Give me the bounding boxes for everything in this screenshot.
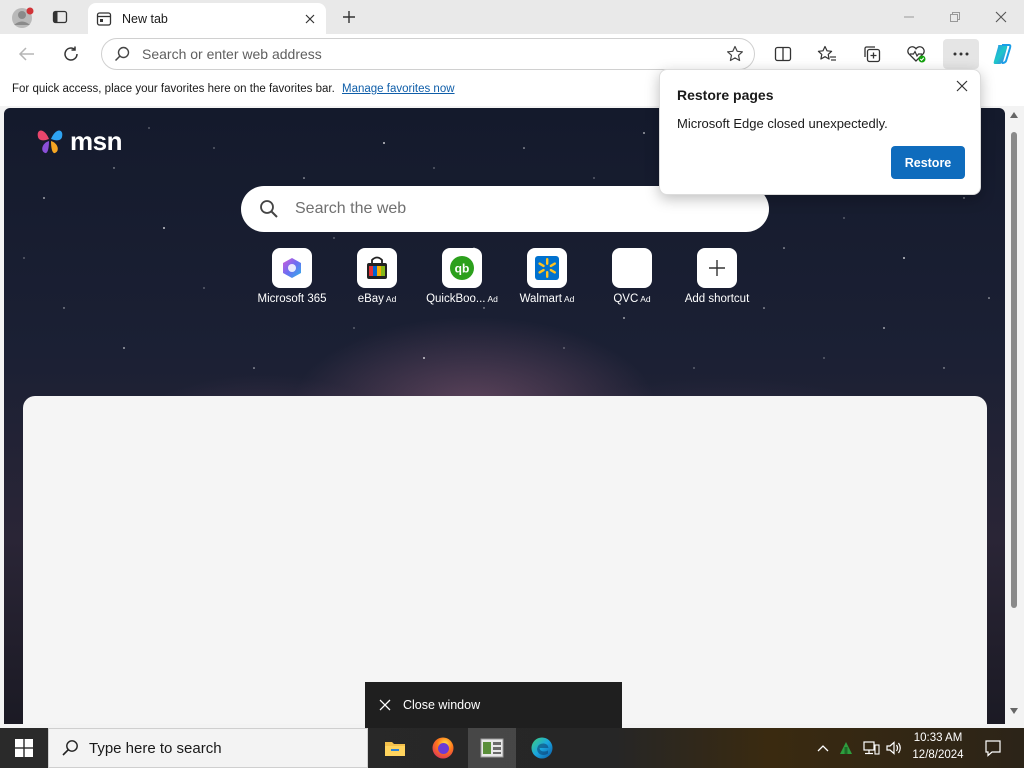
favorites-star-list-icon[interactable] [811,39,843,69]
shortcut-label: QuickBoo... [426,293,486,305]
shortcut-label: eBay [357,293,384,305]
edge-icon[interactable] [518,728,566,768]
close-icon [379,699,391,711]
ebay-bag-icon [357,248,397,288]
page-scrollbar[interactable] [1006,108,1022,724]
browser-essentials-heart-icon[interactable] [900,39,932,69]
restore-popup-message: Microsoft Edge closed unexpectedly. [677,116,888,131]
clock-time: 10:33 AM [913,732,963,744]
tab-title: New tab [122,11,168,26]
taskbar-search-box[interactable] [48,728,368,768]
tab-close-icon[interactable] [302,11,318,27]
volume-icon[interactable] [884,728,904,768]
shortcut-label: QVC [613,293,639,305]
back-arrow-icon[interactable] [12,39,42,69]
refresh-icon[interactable] [56,39,86,69]
network-icon[interactable] [860,728,882,768]
restore-button[interactable]: Restore [891,146,965,179]
file-explorer-icon[interactable] [371,728,419,768]
taskbar-search-input[interactable] [89,739,367,757]
search-icon [61,739,79,757]
microsoft-365-icon [272,248,312,288]
notifications-icon[interactable] [978,728,1008,768]
new-tab-plus-icon[interactable] [338,6,360,28]
favorites-bar-hint: For quick access, place your favorites h… [12,83,335,95]
scrollbar-thumb[interactable] [1011,132,1017,608]
close-window-icon[interactable] [983,6,1019,28]
add-favorite-star-icon[interactable] [726,45,744,63]
web-search-input[interactable] [295,200,751,218]
new-tab-page-icon [96,11,112,27]
scroll-down-arrow-icon[interactable] [1010,708,1018,714]
settings-and-more-icon[interactable] [943,39,979,69]
split-screen-icon[interactable] [767,39,799,69]
new-tab-page: msn Microsoft 365 [4,108,1005,724]
close-icon[interactable] [952,76,972,96]
msn-wordmark: msn [70,125,122,156]
shortcut-label: Microsoft 365 [257,293,327,305]
scroll-up-arrow-icon[interactable] [1010,112,1018,118]
windows-taskbar: 10:33 AM 12/8/2024 [0,728,1024,768]
quickbooks-icon: qb [442,248,482,288]
tab-strip: New tab [0,0,1024,34]
copilot-icon[interactable] [986,39,1018,69]
msn-butterfly-icon [37,130,63,154]
green-tray-app-icon[interactable] [836,728,856,768]
windows-start-icon[interactable] [0,728,48,768]
profile-avatar-icon[interactable] [8,5,36,29]
plus-icon [697,248,737,288]
system-clock[interactable]: 10:33 AM 12/8/2024 [906,730,970,766]
address-bar[interactable] [101,38,755,70]
shortcut-label: Add shortcut [684,293,750,305]
shortcut-label: Walmart [519,293,562,305]
restore-window-icon[interactable] [937,6,973,28]
clock-date: 12/8/2024 [912,749,964,761]
ad-badge: Ad [640,294,651,304]
tab-new-tab[interactable]: New tab [88,3,326,34]
tab-actions-menu-icon[interactable] [46,4,74,30]
collections-icon[interactable] [856,39,888,69]
manage-favorites-link[interactable]: Manage favorites now [342,83,455,95]
show-hidden-icons-chevron-icon[interactable] [814,728,832,768]
restore-pages-popup: Restore pages Microsoft Edge closed unex… [659,69,981,195]
qvc-blank-icon [612,248,652,288]
walmart-spark-icon [527,248,567,288]
top-sites: Microsoft 365 eBay Ad qb QuickBoo... Ad … [242,248,802,312]
ad-badge: Ad [563,294,575,304]
navigation-toolbar [0,34,1024,74]
app-window-icon[interactable] [468,728,516,768]
msn-logo[interactable]: msn [34,124,124,158]
restore-popup-title: Restore pages [677,87,774,103]
firefox-icon[interactable] [419,728,467,768]
minimize-icon[interactable] [891,6,927,28]
ad-badge: Ad [385,294,397,304]
address-input[interactable] [142,46,726,62]
news-feed-panel [23,396,987,724]
shortcut-add[interactable]: Add shortcut [667,248,767,305]
svg-text:qb: qb [455,262,470,276]
search-icon [259,199,279,219]
search-icon [114,46,130,62]
close-window-jumplist-item[interactable]: Close window [365,682,622,728]
close-window-label: Close window [403,698,481,712]
